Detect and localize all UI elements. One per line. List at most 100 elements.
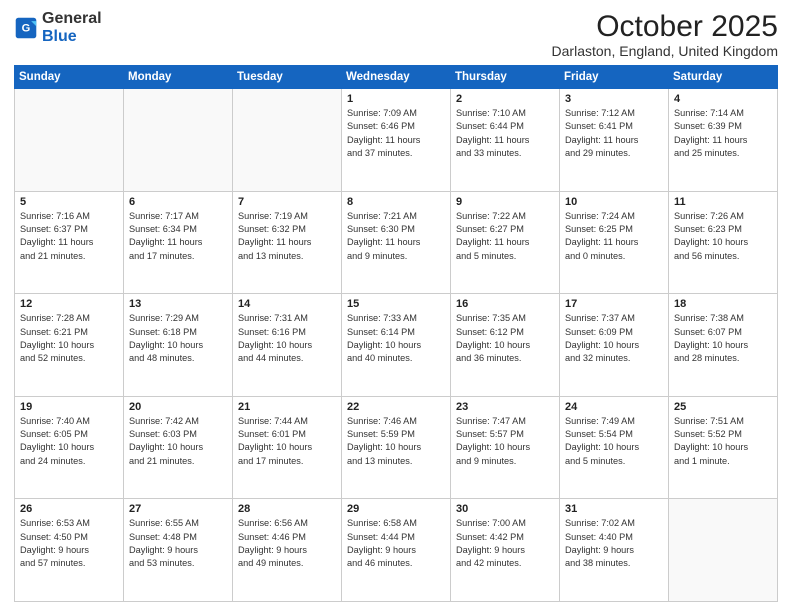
calendar-cell: 28 Sunrise: 6:56 AMSunset: 4:46 PMDayligh…: [233, 499, 342, 602]
calendar-header-row: Sunday Monday Tuesday Wednesday Thursday…: [15, 66, 778, 89]
calendar-week-4: 19Sunrise: 7:40 AMSunset: 6:05 PMDayligh…: [15, 396, 778, 499]
calendar-week-1: 1Sunrise: 7:09 AMSunset: 6:46 PMDaylight…: [15, 89, 778, 192]
day-number: 13: [129, 298, 227, 310]
calendar-cell: 29Sunrise: 6:58 AMSunset: 4:44 PMDayligh…: [342, 499, 451, 602]
calendar-week-5: 26Sunrise: 6:53 AMSunset: 4:50 PMDayligh…: [15, 499, 778, 602]
calendar-cell: 18Sunrise: 7:38 AMSunset: 6:07 PMDayligh…: [669, 294, 778, 397]
calendar-cell: 3Sunrise: 7:12 AMSunset: 6:41 PMDaylight…: [560, 89, 669, 192]
calendar-cell: 17 Sunrise: 7:37 AMSunset: 6:09 PMDayligh…: [560, 294, 669, 397]
calendar-cell: 22 Sunrise: 7:46 AMSunset: 5:59 PMDayligh…: [342, 396, 451, 499]
title-block: October 2025 Darlaston, England, United …: [552, 10, 778, 59]
day-number: 2: [456, 93, 554, 105]
day-number: 27: [129, 503, 227, 515]
calendar-cell: 6 Sunrise: 7:17 AMSunset: 6:34 PMDaylight…: [124, 191, 233, 294]
calendar-cell: 23 Sunrise: 7:47 AMSunset: 5:57 PMDayligh…: [451, 396, 560, 499]
day-info: Sunrise: 7:37 AMSunset: 6:09 PMDaylight:…: [565, 312, 663, 365]
day-info: Sunrise: 7:42 AMSunset: 6:03 PMDaylight:…: [129, 415, 227, 468]
calendar-cell: 5 Sunrise: 7:16 AMSunset: 6:37 PMDaylight…: [15, 191, 124, 294]
day-info: Sunrise: 6:56 AMSunset: 4:46 PMDaylight:…: [238, 517, 336, 570]
day-number: 4: [674, 93, 772, 105]
day-number: 10: [565, 196, 663, 208]
col-thursday: Thursday: [451, 66, 560, 89]
col-sunday: Sunday: [15, 66, 124, 89]
day-info: Sunrise: 7:21 AMSunset: 6:30 PMDaylight:…: [347, 210, 445, 263]
day-number: 22: [347, 401, 445, 413]
calendar-cell: 8Sunrise: 7:21 AMSunset: 6:30 PMDaylight…: [342, 191, 451, 294]
calendar-cell: 13Sunrise: 7:29 AMSunset: 6:18 PMDayligh…: [124, 294, 233, 397]
day-info: Sunrise: 7:17 AMSunset: 6:34 PMDaylight:…: [129, 210, 227, 263]
day-number: 12: [20, 298, 118, 310]
calendar-cell: 11 Sunrise: 7:26 AMSunset: 6:23 PMDayligh…: [669, 191, 778, 294]
day-info: Sunrise: 7:35 AMSunset: 6:12 PMDaylight:…: [456, 312, 554, 365]
logo-icon: G: [14, 16, 38, 40]
logo-text: General Blue: [42, 10, 102, 45]
calendar-cell: 24Sunrise: 7:49 AMSunset: 5:54 PMDayligh…: [560, 396, 669, 499]
calendar-cell: 10 Sunrise: 7:24 AMSunset: 6:25 PMDayligh…: [560, 191, 669, 294]
calendar-cell: 16 Sunrise: 7:35 AMSunset: 6:12 PMDayligh…: [451, 294, 560, 397]
calendar-cell: 12Sunrise: 7:28 AMSunset: 6:21 PMDayligh…: [15, 294, 124, 397]
day-number: 24: [565, 401, 663, 413]
day-number: 7: [238, 196, 336, 208]
calendar-cell: 1Sunrise: 7:09 AMSunset: 6:46 PMDaylight…: [342, 89, 451, 192]
calendar-week-3: 12Sunrise: 7:28 AMSunset: 6:21 PMDayligh…: [15, 294, 778, 397]
calendar-week-2: 5 Sunrise: 7:16 AMSunset: 6:37 PMDaylight…: [15, 191, 778, 294]
svg-text:G: G: [22, 22, 31, 34]
calendar-cell: 7 Sunrise: 7:19 AMSunset: 6:32 PMDaylight…: [233, 191, 342, 294]
day-info: Sunrise: 7:46 AMSunset: 5:59 PMDaylight:…: [347, 415, 445, 468]
calendar-cell: 25 Sunrise: 7:51 AMSunset: 5:52 PMDayligh…: [669, 396, 778, 499]
day-info: Sunrise: 7:19 AMSunset: 6:32 PMDaylight:…: [238, 210, 336, 263]
day-info: Sunrise: 7:14 AMSunset: 6:39 PMDaylight:…: [674, 107, 772, 160]
day-number: 16: [456, 298, 554, 310]
header: G General Blue October 2025 Darlaston, E…: [14, 10, 778, 59]
day-number: 31: [565, 503, 663, 515]
logo-general-text: General: [42, 10, 102, 27]
day-info: Sunrise: 7:44 AMSunset: 6:01 PMDaylight:…: [238, 415, 336, 468]
col-friday: Friday: [560, 66, 669, 89]
day-number: 14: [238, 298, 336, 310]
day-number: 26: [20, 503, 118, 515]
day-info: Sunrise: 7:22 AMSunset: 6:27 PMDaylight:…: [456, 210, 554, 263]
day-info: Sunrise: 6:55 AMSunset: 4:48 PMDaylight:…: [129, 517, 227, 570]
day-info: Sunrise: 7:51 AMSunset: 5:52 PMDaylight:…: [674, 415, 772, 468]
calendar-cell: 19Sunrise: 7:40 AMSunset: 6:05 PMDayligh…: [15, 396, 124, 499]
day-info: Sunrise: 7:31 AMSunset: 6:16 PMDaylight:…: [238, 312, 336, 365]
day-number: 6: [129, 196, 227, 208]
day-info: Sunrise: 7:09 AMSunset: 6:46 PMDaylight:…: [347, 107, 445, 160]
calendar-cell: 4 Sunrise: 7:14 AMSunset: 6:39 PMDaylight…: [669, 89, 778, 192]
day-info: Sunrise: 7:02 AMSunset: 4:40 PMDaylight:…: [565, 517, 663, 570]
calendar-cell: [15, 89, 124, 192]
location-text: Darlaston, England, United Kingdom: [552, 43, 778, 59]
calendar-cell: 9 Sunrise: 7:22 AMSunset: 6:27 PMDaylight…: [451, 191, 560, 294]
col-monday: Monday: [124, 66, 233, 89]
day-number: 29: [347, 503, 445, 515]
calendar-cell: 31 Sunrise: 7:02 AMSunset: 4:40 PMDayligh…: [560, 499, 669, 602]
day-number: 17: [565, 298, 663, 310]
calendar-cell: [124, 89, 233, 192]
day-info: Sunrise: 7:24 AMSunset: 6:25 PMDaylight:…: [565, 210, 663, 263]
logo: G General Blue: [14, 10, 102, 45]
day-number: 28: [238, 503, 336, 515]
logo-blue-text: Blue: [42, 28, 77, 45]
day-number: 20: [129, 401, 227, 413]
day-number: 5: [20, 196, 118, 208]
day-number: 15: [347, 298, 445, 310]
day-info: Sunrise: 7:26 AMSunset: 6:23 PMDaylight:…: [674, 210, 772, 263]
day-info: Sunrise: 7:16 AMSunset: 6:37 PMDaylight:…: [20, 210, 118, 263]
day-info: Sunrise: 7:00 AMSunset: 4:42 PMDaylight:…: [456, 517, 554, 570]
day-info: Sunrise: 7:10 AMSunset: 6:44 PMDaylight:…: [456, 107, 554, 160]
col-tuesday: Tuesday: [233, 66, 342, 89]
calendar-cell: 20 Sunrise: 7:42 AMSunset: 6:03 PMDayligh…: [124, 396, 233, 499]
day-number: 23: [456, 401, 554, 413]
calendar-cell: [233, 89, 342, 192]
day-number: 11: [674, 196, 772, 208]
calendar-cell: 21 Sunrise: 7:44 AMSunset: 6:01 PMDayligh…: [233, 396, 342, 499]
day-number: 18: [674, 298, 772, 310]
day-number: 25: [674, 401, 772, 413]
day-number: 21: [238, 401, 336, 413]
calendar-cell: 26Sunrise: 6:53 AMSunset: 4:50 PMDayligh…: [15, 499, 124, 602]
calendar-cell: 15Sunrise: 7:33 AMSunset: 6:14 PMDayligh…: [342, 294, 451, 397]
col-wednesday: Wednesday: [342, 66, 451, 89]
day-info: Sunrise: 7:47 AMSunset: 5:57 PMDaylight:…: [456, 415, 554, 468]
calendar-cell: 30Sunrise: 7:00 AMSunset: 4:42 PMDayligh…: [451, 499, 560, 602]
day-number: 9: [456, 196, 554, 208]
